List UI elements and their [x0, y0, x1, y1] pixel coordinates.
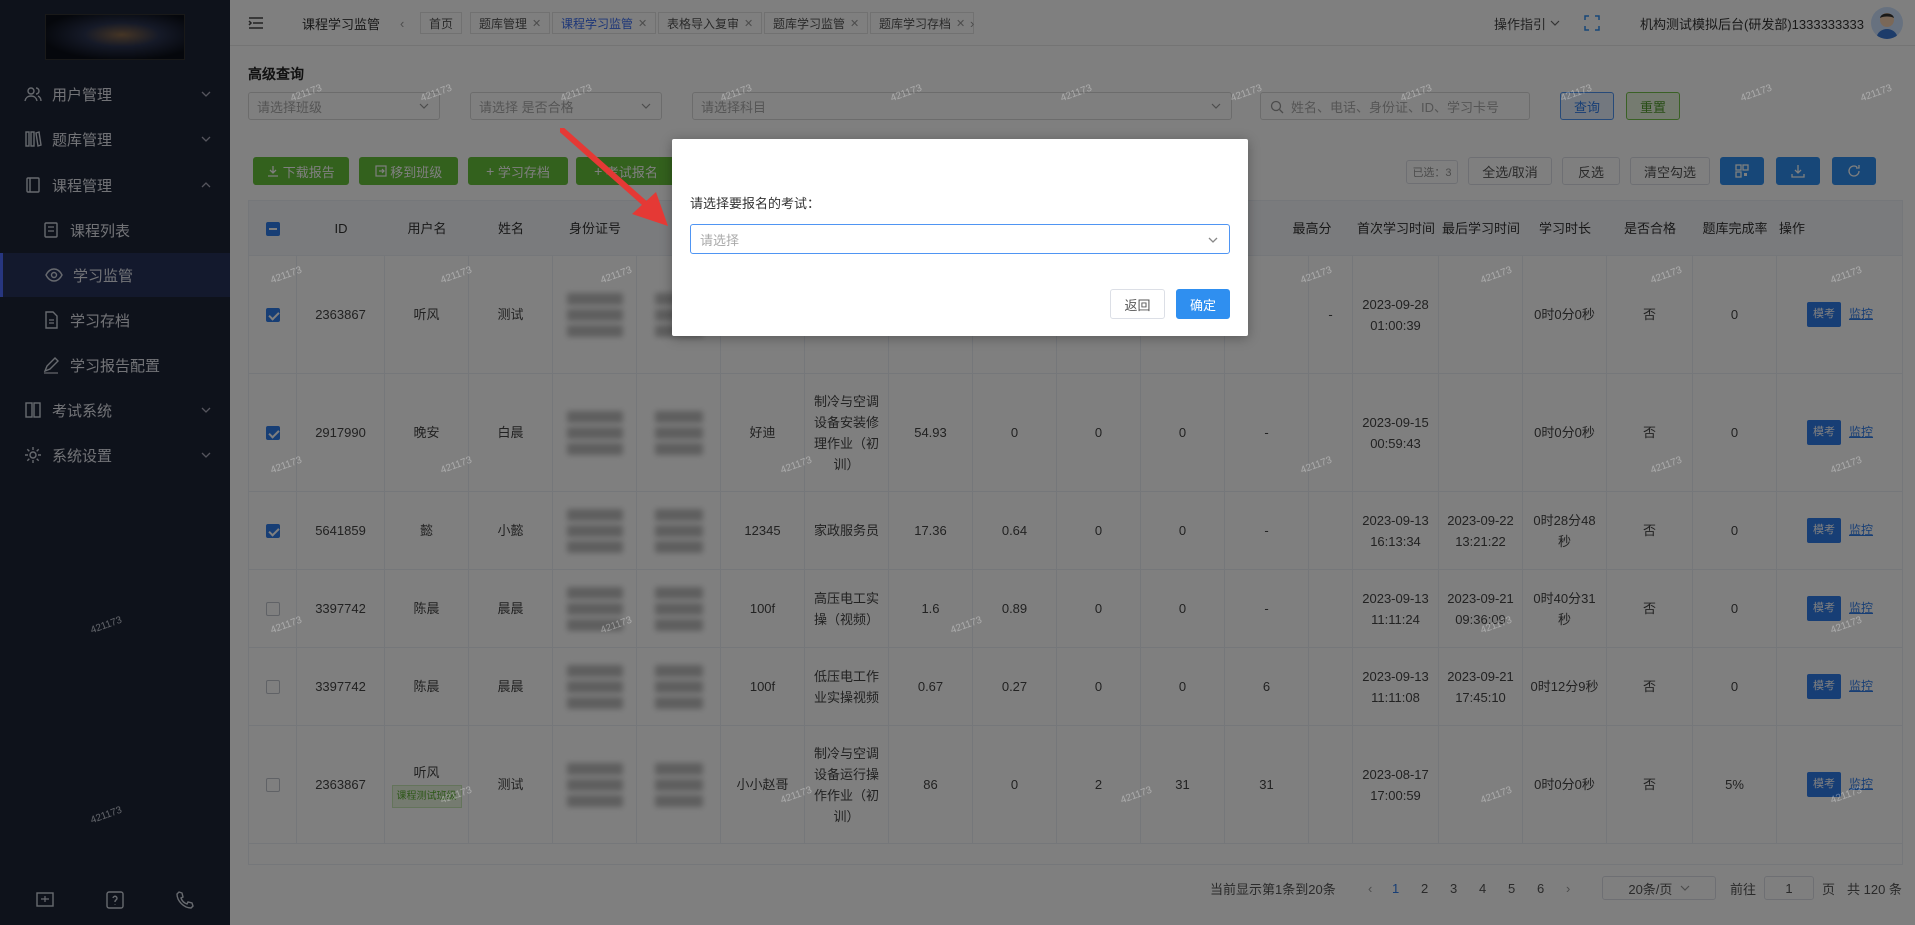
exam-select-placeholder: 请选择 — [700, 232, 740, 248]
annotation-arrow — [560, 128, 668, 226]
chevron-down-icon — [1208, 237, 1218, 243]
confirm-button[interactable]: 确定 — [1176, 289, 1230, 319]
exam-select[interactable]: 请选择 — [690, 224, 1230, 254]
exam-register-dialog: 请选择要报名的考试： 请选择 返回 确定 — [672, 139, 1248, 336]
cancel-button[interactable]: 返回 — [1110, 289, 1165, 319]
dialog-label: 请选择要报名的考试： — [690, 196, 821, 211]
